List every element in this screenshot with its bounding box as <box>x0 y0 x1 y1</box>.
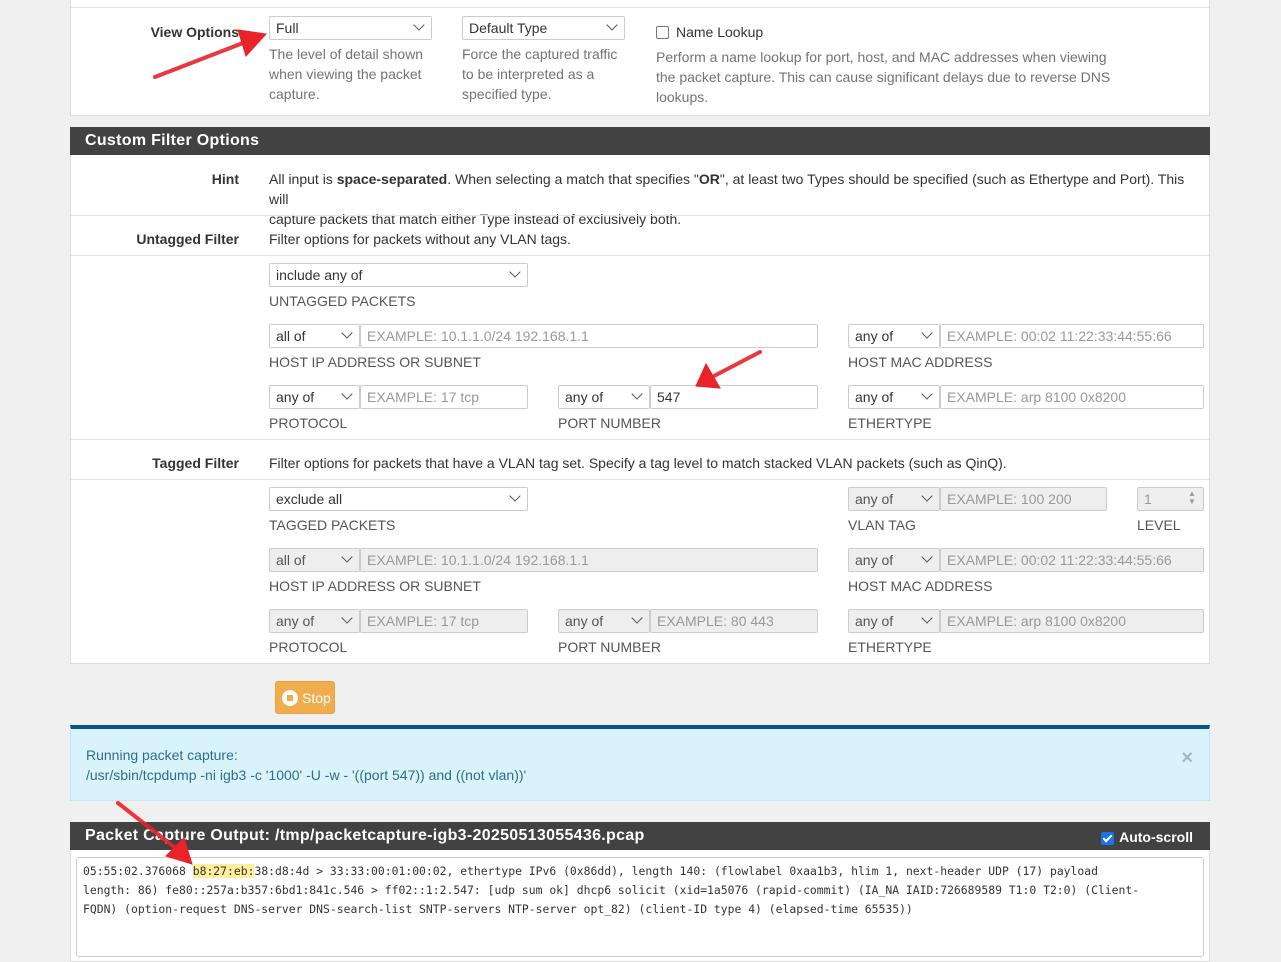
annotation-arrow-icon <box>116 801 193 865</box>
